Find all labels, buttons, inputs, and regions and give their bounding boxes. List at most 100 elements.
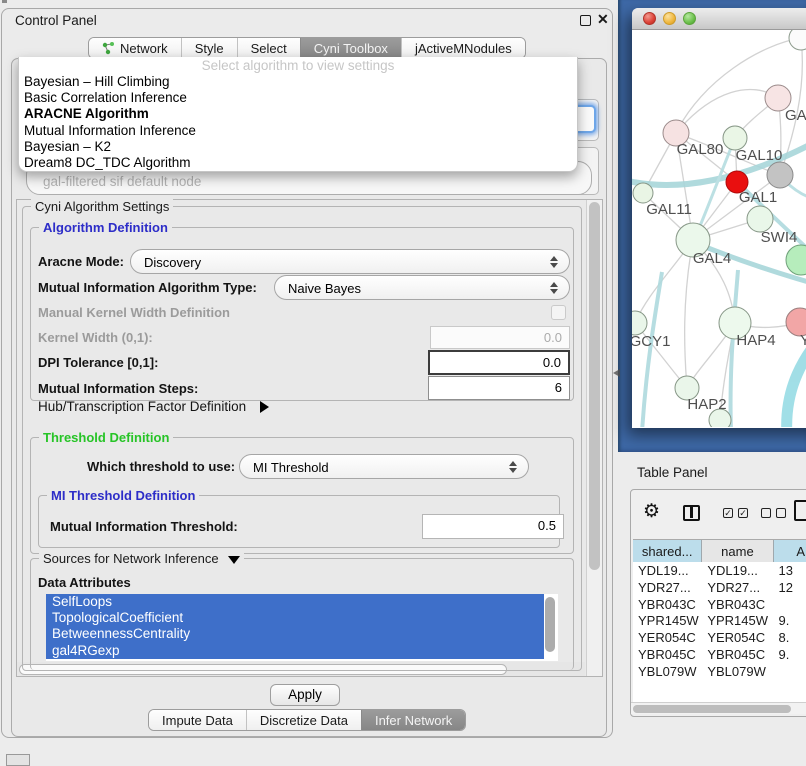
table-cell: YER054C (702, 629, 773, 646)
algorithm-option[interactable]: Mutual Information Inference (19, 123, 577, 139)
table-cell: 9. (773, 646, 806, 663)
group-title: Cyni Algorithm Settings (31, 199, 173, 214)
expand-arrow-icon (260, 401, 269, 413)
node-label: GAL1 (739, 189, 777, 206)
table-column-header[interactable]: shared... (633, 540, 702, 562)
table-cell: YBR045C (633, 646, 702, 663)
node-label: GAL80 (677, 141, 724, 158)
table-cell: YBL079W (633, 663, 702, 680)
close-icon[interactable]: ✕ (597, 11, 609, 28)
data-attributes-label: Data Attributes (38, 575, 131, 590)
algorithm-popup: Select algorithm to view settings Bayesi… (18, 57, 578, 172)
table-cell: YPR145W (633, 612, 702, 629)
table-row[interactable]: YDL19...YDL19...13 (633, 562, 806, 579)
network-node[interactable] (786, 245, 806, 275)
table-row[interactable]: YLR345WYLR345W9. (633, 680, 806, 681)
manual-kernel-checkbox[interactable] (551, 305, 566, 320)
algorithm-option[interactable]: Bayesian – K2 (19, 139, 577, 155)
table-cell: YDR27... (702, 579, 773, 596)
table-row[interactable]: YBR043CYBR043C (633, 596, 806, 613)
mi-threshold-field[interactable]: 0.5 (422, 514, 564, 539)
dpi-tolerance-label: DPI Tolerance [0,1]: (38, 355, 158, 370)
table-cell: 8. (773, 629, 806, 646)
table-row[interactable]: YPR145WYPR145W9. (633, 612, 806, 629)
hub-definition-toggle[interactable]: Hub/Transcription Factor Definition (38, 399, 269, 414)
node-label: GAL10 (736, 147, 783, 164)
select-all-columns-icon[interactable]: ✓✓ (723, 508, 748, 518)
network-node[interactable] (632, 311, 647, 335)
kernel-width-label: Kernel Width (0,1): (38, 330, 153, 345)
table-scrollbar-thumb[interactable] (633, 705, 791, 713)
tab-impute-data[interactable]: Impute Data (149, 710, 246, 730)
deselect-all-columns-icon[interactable] (761, 508, 786, 518)
network-graph: GALGAL80GAL10GAL1GAL11SWI4GAL4GCY1HAP4YH… (632, 30, 806, 427)
table-row[interactable]: YBR045CYBR045C9. (633, 646, 806, 663)
minimized-panel-button[interactable] (6, 754, 30, 766)
network-node[interactable] (633, 183, 653, 203)
tab-network-label: Network (120, 41, 168, 56)
mi-type-label: Mutual Information Algorithm Type: (38, 280, 257, 295)
table-panel-title: Table Panel (637, 465, 708, 480)
table-row[interactable]: YER054CYER054C8. (633, 629, 806, 646)
close-traffic-light-icon[interactable] (643, 12, 656, 25)
tab-cyni-toolbox[interactable]: Cyni Toolbox (300, 38, 401, 58)
network-node[interactable] (789, 30, 806, 50)
table-cell: 12 (773, 579, 806, 596)
data-attribute-item[interactable]: TopologicalCoefficient (46, 610, 544, 626)
sources-group-title[interactable]: Sources for Network Inference (39, 551, 244, 566)
node-label: GAL4 (693, 250, 731, 267)
mi-type-combo[interactable]: Naive Bayes (274, 275, 570, 300)
network-node[interactable] (767, 162, 793, 188)
network-window-titlebar[interactable] (632, 8, 806, 30)
data-attributes-list[interactable]: SelfLoopsTopologicalCoefficientBetweenne… (46, 594, 558, 661)
algorithm-option[interactable]: ARACNE Algorithm (19, 106, 577, 122)
gear-icon[interactable]: ⚙ (643, 500, 660, 523)
algorithm-option[interactable]: Bayesian – Hill Climbing (19, 74, 577, 90)
table-cell: YER054C (633, 629, 702, 646)
tab-jactivemnodules[interactable]: jActiveMNodules (401, 38, 525, 58)
table-column-header[interactable]: A (774, 540, 806, 562)
data-attribute-item[interactable]: BetweennessCentrality (46, 626, 544, 642)
network-view-window: GALGAL80GAL10GAL1GAL11SWI4GAL4GCY1HAP4YH… (632, 8, 806, 428)
mi-steps-field[interactable]: 6 (428, 376, 570, 400)
kernel-width-field[interactable]: 0.0 (430, 326, 570, 349)
table-cell: YBL079W (702, 663, 773, 680)
table-column-header[interactable]: name (702, 540, 773, 562)
aracne-mode-combo[interactable]: Discovery (130, 249, 570, 274)
table-cell: 13 (773, 562, 806, 579)
tab-network[interactable]: Network (89, 38, 181, 58)
node-label: SWI4 (761, 229, 798, 246)
control-panel-tab-strip: Network Style Select Cyni Toolbox jActiv… (88, 37, 526, 59)
minimize-traffic-light-icon[interactable] (663, 12, 676, 25)
new-table-icon[interactable] (794, 500, 806, 521)
network-canvas[interactable]: GALGAL80GAL10GAL1GAL11SWI4GAL4GCY1HAP4YH… (632, 30, 806, 427)
apply-button[interactable]: Apply (270, 684, 340, 706)
node-label: GAL (785, 107, 806, 124)
dpi-tolerance-field[interactable]: 0.0 (428, 350, 570, 375)
float-window-icon[interactable] (580, 15, 591, 26)
show-columns-icon[interactable] (683, 505, 700, 521)
group-title: MI Threshold Definition (47, 488, 199, 503)
group-title: Threshold Definition (39, 430, 173, 445)
tab-infer-network[interactable]: Infer Network (361, 710, 465, 730)
vertical-scrollbar-thumb[interactable] (589, 202, 600, 570)
resize-cursor-icon (613, 369, 620, 377)
table-cell: YLR345W (633, 680, 702, 681)
table-cell: YDL19... (702, 562, 773, 579)
combo-arrows-icon (550, 281, 558, 295)
table-row[interactable]: YDR27...YDR27...12 (633, 579, 806, 596)
list-scrollbar-thumb[interactable] (545, 597, 555, 652)
data-attribute-item[interactable]: SelfLoops (46, 594, 544, 610)
data-attribute-item[interactable]: gal4RGexp (46, 643, 544, 659)
zoom-traffic-light-icon[interactable] (683, 12, 696, 25)
which-threshold-combo[interactable]: MI Threshold (239, 454, 529, 479)
network-icon (102, 42, 115, 55)
tab-select[interactable]: Select (237, 38, 300, 58)
algorithm-option[interactable]: Basic Correlation Inference (19, 90, 577, 106)
table-horizontal-scrollbar[interactable] (631, 702, 806, 714)
tab-discretize-data[interactable]: Discretize Data (246, 710, 361, 730)
table-row[interactable]: YBL079WYBL079W (633, 663, 806, 680)
tab-style[interactable]: Style (181, 38, 237, 58)
table-cell (773, 596, 806, 613)
algorithm-option[interactable]: Dream8 DC_TDC Algorithm (19, 155, 577, 171)
